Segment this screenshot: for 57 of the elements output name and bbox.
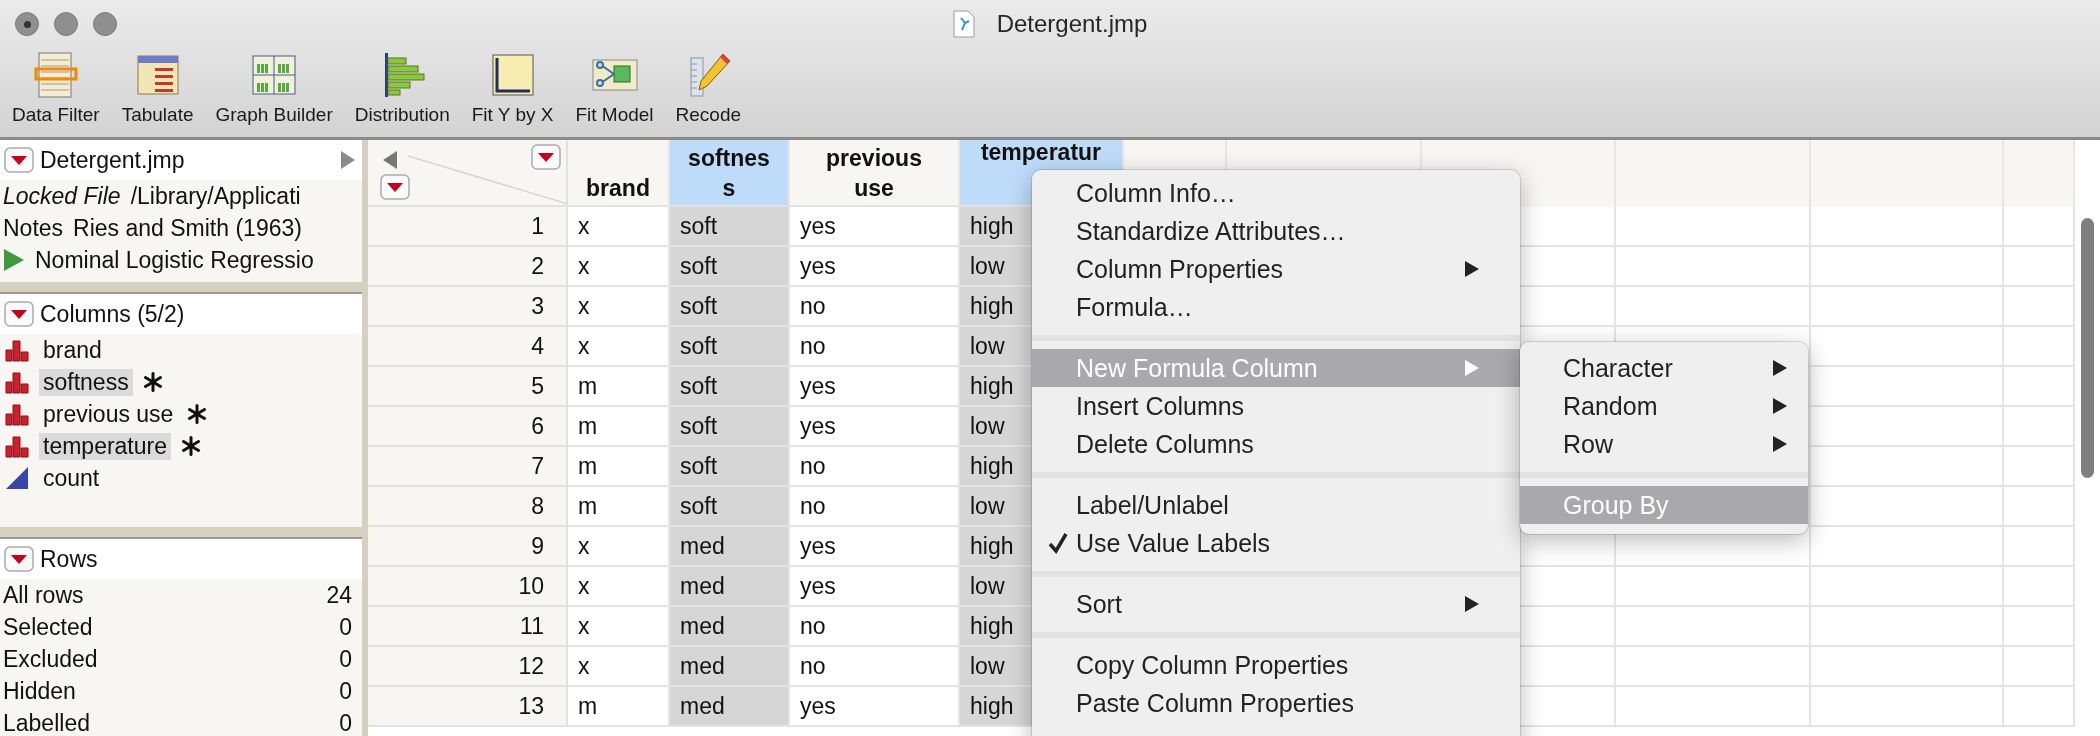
table-cell: no	[790, 487, 960, 527]
window-title: Detergent.jmp	[995, 10, 1148, 38]
table-cell: m	[568, 687, 670, 727]
table-cell: no	[790, 647, 960, 687]
row-state-count: 0	[339, 709, 352, 736]
table-cell: med	[670, 527, 790, 567]
table-cell: soft	[670, 407, 790, 447]
panel-title: Rows	[40, 545, 98, 573]
table-cell: no	[790, 607, 960, 647]
row-state-label: All rows	[3, 581, 84, 609]
table-cell: med	[670, 567, 790, 607]
table-cell: med	[670, 687, 790, 727]
table-cell: no	[790, 287, 960, 327]
table-cell: soft	[670, 327, 790, 367]
table-cell: m	[568, 447, 670, 487]
row-state-label: Labelled	[3, 709, 90, 736]
table-cell: soft	[670, 447, 790, 487]
table-cell: no	[790, 327, 960, 367]
table-cell: x	[568, 207, 670, 247]
row-state-count: 0	[339, 645, 352, 673]
property-name: Notes	[3, 214, 64, 242]
table-cell: x	[568, 327, 670, 367]
property-value: Ries and Smith (1963)	[73, 214, 302, 242]
table-cell: soft	[670, 367, 790, 407]
table-cell: m	[568, 487, 670, 527]
table-name: Detergent.jmp	[40, 146, 186, 174]
row-state-count: 24	[326, 581, 352, 609]
table-cell: soft	[670, 207, 790, 247]
table-cell: x	[568, 647, 670, 687]
table-cell: soft	[670, 487, 790, 527]
table-cell: med	[670, 607, 790, 647]
row-state-label: Hidden	[3, 677, 76, 705]
table-cell: yes	[790, 567, 960, 607]
property-name: Locked File	[3, 182, 121, 210]
row-state-label: Excluded	[3, 645, 98, 673]
row-state-label: Selected	[3, 613, 93, 641]
table-cell: yes	[790, 247, 960, 287]
table-cell: x	[568, 607, 670, 647]
table-cell: x	[568, 567, 670, 607]
table-cell: yes	[790, 687, 960, 727]
table-cell: x	[568, 247, 670, 287]
table-cell: soft	[670, 247, 790, 287]
table-cell: m	[568, 407, 670, 447]
table-cell: yes	[790, 527, 960, 567]
property-value: /Library/Applicati	[130, 182, 301, 210]
table-cell: x	[568, 527, 670, 567]
table-cell: x	[568, 287, 670, 327]
table-cell: yes	[790, 367, 960, 407]
row-state-count: 0	[339, 677, 352, 705]
panel-title: Columns (5/2)	[40, 300, 185, 328]
table-cell: soft	[670, 287, 790, 327]
table-cell: m	[568, 367, 670, 407]
table-cell: med	[670, 647, 790, 687]
table-cell: yes	[790, 407, 960, 447]
row-state-count: 0	[339, 613, 352, 641]
table-cell: no	[790, 447, 960, 487]
table-cell: yes	[790, 207, 960, 247]
